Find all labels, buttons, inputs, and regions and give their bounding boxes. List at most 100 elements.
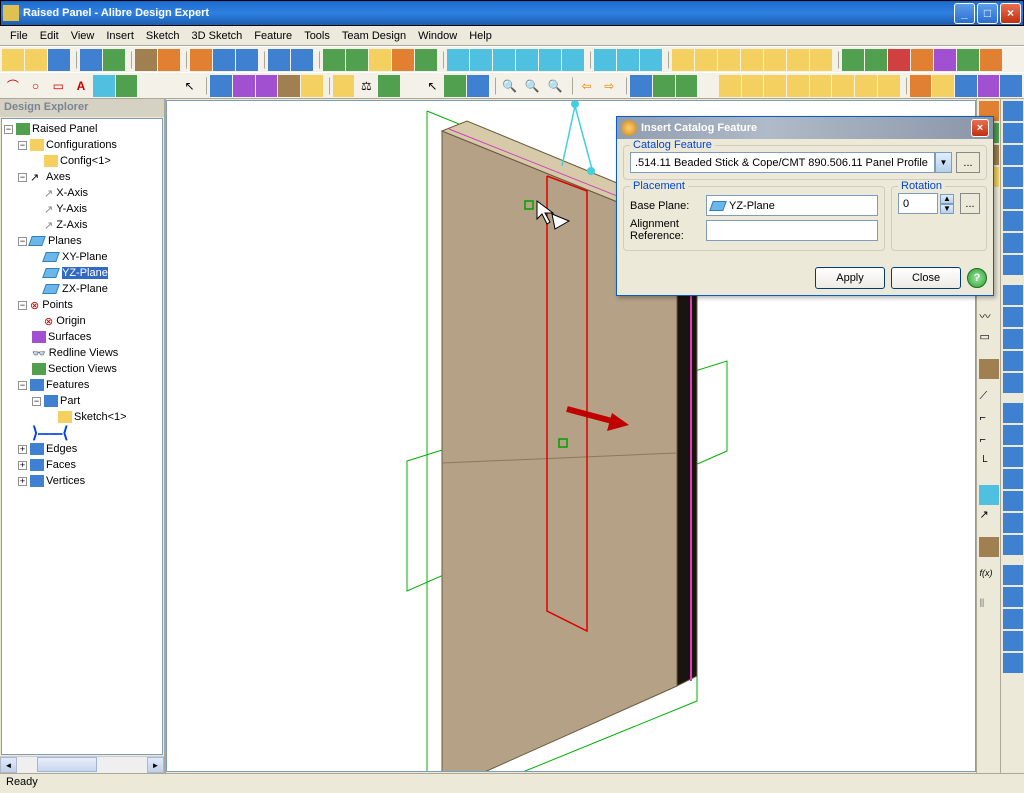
tool-icon[interactable] [1003,491,1023,511]
scroll-left-icon[interactable]: ◄ [0,757,17,773]
scroll-thumb[interactable] [37,757,97,772]
close-button[interactable]: × [1000,3,1021,24]
tool-icon[interactable] [1003,329,1023,349]
view-cube-icon[interactable] [787,75,809,97]
help-button[interactable]: ? [967,268,987,288]
tree-config1[interactable]: Config<1> [4,153,160,169]
tool-icon[interactable] [1003,211,1023,231]
tool-icon[interactable] [934,49,956,71]
tool-icon[interactable] [1003,189,1023,209]
rect-icon[interactable]: ▭ [979,329,999,349]
view-cube-icon[interactable] [832,75,854,97]
tool-icon[interactable] [378,75,400,97]
tool-icon[interactable] [1003,403,1023,423]
sketch-arc-icon[interactable]: ⌒ [2,75,24,97]
browse-button[interactable]: ... [956,152,980,173]
tool-icon[interactable] [346,49,368,71]
tool-icon[interactable] [301,75,323,97]
tool-icon[interactable] [116,75,138,97]
tool-icon[interactable] [957,49,979,71]
tool-icon[interactable] [1003,565,1023,585]
tree-zxplane[interactable]: ZX-Plane [4,281,160,297]
tool-icon[interactable] [93,75,115,97]
menu-teamdesign[interactable]: Team Design [336,28,412,44]
view-cube-icon[interactable] [810,75,832,97]
dialog-close-button[interactable]: × [971,119,989,137]
tool-icon[interactable] [256,75,278,97]
tree-root[interactable]: −Raised Panel [4,121,160,137]
tool-icon[interactable] [842,49,864,71]
tool-icon[interactable] [978,75,1000,97]
tool-icon[interactable] [135,49,157,71]
tree-faces[interactable]: +Faces [4,457,160,473]
tool-icon[interactable] [516,49,538,71]
balance-icon[interactable]: ⚖ [355,75,377,97]
tool-icon[interactable] [718,49,740,71]
fx-icon[interactable]: f(x) [979,567,999,587]
tool-icon[interactable] [1003,373,1023,393]
tool-icon[interactable] [594,49,616,71]
copy-icon[interactable] [213,49,235,71]
menu-feature[interactable]: Feature [248,28,298,44]
tool-icon[interactable] [392,49,414,71]
tool-icon[interactable] [888,49,910,71]
tool-icon[interactable] [1003,609,1023,629]
tool-icon[interactable] [640,49,662,71]
tool-icon[interactable] [1003,535,1023,555]
tool-icon[interactable] [278,75,300,97]
sketch-text-icon[interactable]: A [70,75,92,97]
tool-icon[interactable] [764,49,786,71]
tool-icon[interactable] [1003,123,1023,143]
menu-3dsketch[interactable]: 3D Sketch [186,28,249,44]
tree-planes[interactable]: −Planes [4,233,160,249]
dialog-titlebar[interactable]: Insert Catalog Feature × [617,117,993,139]
fillet-icon[interactable]: ⟋ [979,389,999,409]
rotation-browse-button[interactable]: ... [960,193,980,214]
tool-icon[interactable] [1003,101,1023,121]
tree-features[interactable]: −Features [4,377,160,393]
tool-icon[interactable] [1003,351,1023,371]
tool-icon[interactable] [470,49,492,71]
tool-icon[interactable] [980,49,1002,71]
tool-icon[interactable] [1003,233,1023,253]
zoom-window-icon[interactable]: 🔍 [521,75,543,97]
scroll-right-icon[interactable]: ► [147,757,164,773]
tree-axes[interactable]: −↗Axes [4,169,160,185]
tool-icon[interactable] [741,49,763,71]
spin-down-icon[interactable]: ▼ [940,204,954,214]
tool-icon[interactable] [1003,167,1023,187]
tool-icon[interactable] [1003,255,1023,275]
paste-icon[interactable] [236,49,258,71]
view-cube-icon[interactable] [719,75,741,97]
tool-icon[interactable] [1003,285,1023,305]
view-cube-icon[interactable] [742,75,764,97]
tool-icon[interactable] [415,49,437,71]
menu-edit[interactable]: Edit [34,28,65,44]
tool-icon[interactable] [1003,653,1023,673]
prev-view-icon[interactable]: ⇦ [576,75,598,97]
tool-icon[interactable] [787,49,809,71]
dialog-close-button-2[interactable]: Close [891,267,961,289]
tree-xyplane[interactable]: XY-Plane [4,249,160,265]
tool-icon[interactable] [1003,513,1023,533]
tool-icon[interactable] [1003,631,1023,651]
cursor-icon[interactable]: ↖ [422,75,444,97]
menu-tools[interactable]: Tools [298,28,336,44]
dropdown-icon[interactable]: ▼ [935,152,952,173]
minimize-button[interactable]: _ [954,3,975,24]
tree-redline[interactable]: 👓 Redline Views [4,345,160,361]
cursor-icon[interactable]: ↖ [179,75,201,97]
shade-icon[interactable] [630,75,652,97]
catalog-feature-input[interactable] [630,152,935,173]
tree-yzplane[interactable]: YZ-Plane [4,265,160,281]
tool-icon[interactable] [979,485,999,505]
tree-part[interactable]: −Part [4,393,160,409]
tool-icon[interactable] [955,75,977,97]
tool-icon[interactable] [979,537,999,557]
tool-icon[interactable] [1003,425,1023,445]
tool-icon[interactable] [1003,469,1023,489]
tool-icon[interactable] [911,49,933,71]
tool-icon[interactable] [158,49,180,71]
print-icon[interactable] [80,49,102,71]
tool-icon[interactable] [1003,447,1023,467]
